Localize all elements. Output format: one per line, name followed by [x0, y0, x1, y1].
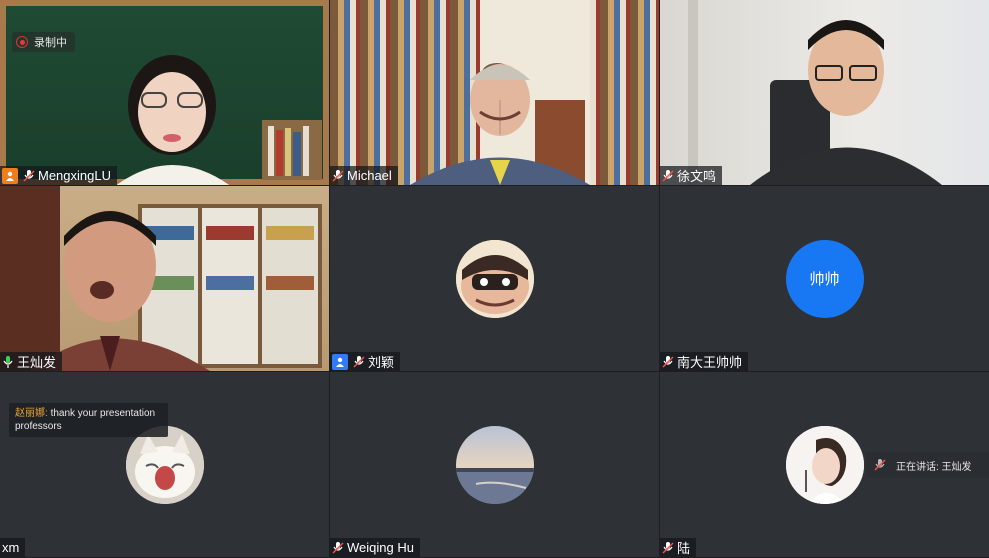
video-feed	[330, 0, 659, 185]
video-feed	[0, 0, 329, 185]
microphone-muted-icon[interactable]	[662, 355, 674, 369]
avatar-tile-liuying[interactable]: 刘颖	[330, 186, 659, 371]
participant-name: 徐文鸣	[677, 169, 717, 184]
participant-name: 刘颖	[368, 355, 395, 370]
cat-avatar-icon	[125, 425, 204, 504]
speaking-indicator[interactable]: 正在讲话: 王灿发	[866, 452, 989, 478]
recording-label: 录制中	[34, 37, 67, 49]
participant-nametag: 王灿发	[0, 352, 63, 371]
cartoon-avatar-icon	[455, 239, 534, 318]
speaking-label: 正在讲话: 王灿发	[896, 461, 972, 473]
participant-nametag: xm	[0, 538, 26, 557]
chat-message-popup[interactable]: 赵丽娜: thank your presentation professors	[9, 403, 168, 437]
video-tile-wangcanfa[interactable]: 王灿发	[0, 186, 329, 371]
participant-name: Weiqing Hu	[347, 540, 414, 555]
video-tile-mengxinglu[interactable]: 录制中 MengxingLU	[0, 0, 329, 185]
participant-video	[0, 186, 322, 371]
participant-avatar	[125, 425, 204, 504]
participant-name: xm	[2, 540, 20, 555]
participant-nametag: 南大王帅帅	[660, 352, 749, 371]
participant-nametag: Michael	[330, 166, 398, 185]
participant-name: 王灿发	[17, 355, 57, 370]
record-icon	[16, 36, 28, 48]
recording-indicator: 录制中	[12, 32, 75, 52]
participant-avatar	[455, 239, 534, 318]
host-icon	[2, 167, 18, 184]
video-feed	[660, 0, 989, 185]
participant-video	[116, 55, 322, 185]
avatar-tile-xm[interactable]: xm	[0, 372, 329, 557]
illustrated-girl-avatar-icon	[785, 425, 864, 504]
microphone-muted-icon[interactable]	[332, 541, 344, 555]
participant-name: 陆	[677, 541, 691, 556]
speaker-microphone-icon	[874, 459, 886, 471]
participant-nametag: Weiqing Hu	[330, 538, 420, 557]
participant-avatar: 帅帅	[785, 239, 864, 318]
microphone-active-icon[interactable]	[2, 355, 14, 369]
video-feed	[0, 186, 329, 371]
microphone-muted-icon[interactable]	[353, 355, 365, 369]
participant-avatar	[785, 425, 864, 504]
chat-sender: 赵丽娜:	[15, 408, 48, 419]
participant-nametag: MengxingLU	[0, 166, 117, 185]
avatar-tile-weiqinghu[interactable]: Weiqing Hu	[330, 372, 659, 557]
participant-video	[410, 0, 590, 185]
participant-nametag: 徐文鸣	[660, 166, 723, 185]
participant-avatar	[455, 425, 534, 504]
video-tile-xuwenming[interactable]: 徐文鸣	[660, 0, 989, 185]
sunset-avatar-icon	[455, 425, 534, 504]
microphone-muted-icon[interactable]	[332, 169, 344, 183]
microphone-muted-icon[interactable]	[662, 169, 674, 183]
avatar-tile-wangshuaishuai[interactable]: 帅帅 南大王帅帅	[660, 186, 989, 371]
person-icon	[332, 353, 348, 370]
microphone-muted-icon[interactable]	[662, 541, 674, 555]
participant-nametag: 刘颖	[330, 352, 401, 371]
participant-name: 南大王帅帅	[677, 355, 743, 370]
participant-nametag: 陆	[660, 538, 697, 557]
microphone-muted-icon[interactable]	[23, 169, 35, 183]
video-grid: 录制中 MengxingLU Michael 徐文鸣 王灿发 刘颖 帅帅 南大王…	[0, 0, 989, 558]
video-tile-michael[interactable]: Michael	[330, 0, 659, 185]
participant-video	[688, 0, 942, 185]
participant-name: MengxingLU	[38, 168, 111, 183]
participant-name: Michael	[347, 168, 392, 183]
